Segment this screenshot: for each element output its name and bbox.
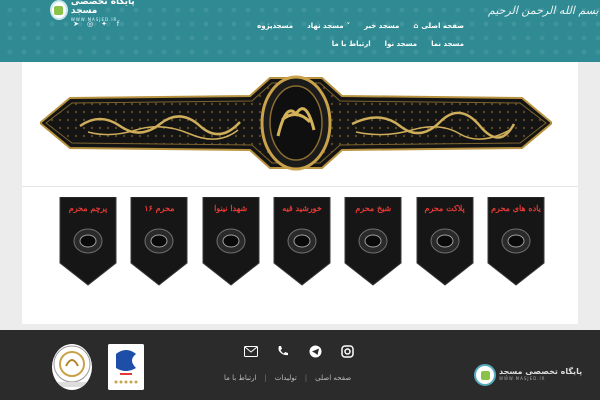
section-divider [22, 186, 578, 187]
nav-item-gallery[interactable]: مسجد نما [431, 40, 464, 48]
flag-title: پلاکت محرم [424, 203, 465, 213]
instagram-icon[interactable] [340, 344, 354, 358]
flag-title: خورشید قیه [282, 203, 322, 213]
footer-link-home[interactable]: صفحه اصلی [315, 374, 351, 382]
enamad-trust-badge[interactable] [108, 344, 144, 390]
bismillah-calligraphy: بسم الله الرحمن الرحیم [488, 4, 599, 17]
nav-label: مسجد نوا [384, 40, 418, 48]
footer-separator: | [264, 374, 267, 382]
samandehi-seal[interactable] [52, 344, 92, 390]
nav-item-news[interactable]: مسجد خبر [364, 22, 399, 30]
telegram-icon[interactable] [308, 344, 322, 358]
twitter-icon[interactable]: ✦ [100, 20, 108, 28]
flag-gallery: یاده های محرم پلاکت محرم شیخ محرم خورشید… [58, 197, 546, 287]
instagram-icon[interactable]: ◎ [86, 20, 94, 28]
flag-title: پرچم محرم [68, 203, 108, 213]
flag-card[interactable]: خورشید قیه [272, 197, 332, 287]
logo-mark-icon [50, 0, 68, 20]
nav-label: مسجد نهاد [307, 22, 344, 30]
footer-links: صفحه اصلی | تولیدات | ارتباط با ما [224, 374, 351, 382]
flag-card[interactable]: شهدا نینوا [201, 197, 261, 287]
logo-mark-icon [474, 364, 496, 386]
nav-label: صفحه اصلی [421, 22, 464, 30]
site-header: پایگاه تخصصی مسجد WWW.MASJED.IR ➤ ◎ ✦ f … [0, 0, 600, 62]
flag-card[interactable]: پلاکت محرم [415, 197, 475, 287]
site-logo[interactable]: پایگاه تخصصی مسجد WWW.MASJED.IR [50, 0, 152, 22]
nav-label: مسجد نما [431, 40, 464, 48]
muharram-banner-image[interactable] [40, 68, 552, 178]
footer-separator: | [304, 374, 308, 382]
flag-card[interactable]: پرچم محرم [58, 197, 118, 287]
home-icon: ⌂ [413, 22, 419, 30]
email-icon[interactable] [244, 344, 258, 358]
facebook-icon[interactable]: f [114, 20, 122, 28]
flag-title: یاده های محرم [491, 203, 541, 213]
flag-title: محرم ۱۶ [144, 203, 175, 213]
flag-card[interactable]: محرم ۱۶ [129, 197, 189, 287]
footer-logo[interactable]: پایگاه تخصصی مسجد WWW.MASJED.IR [474, 364, 582, 386]
footer-link-products[interactable]: تولیدات [275, 374, 297, 382]
flag-card[interactable]: شیخ محرم [343, 197, 403, 287]
phone-icon[interactable] [276, 344, 290, 358]
flag-title: شهدا نینوا [214, 203, 248, 213]
footer-logo-url: WWW.MASJED.IR [499, 376, 546, 382]
nav-item-research[interactable]: مسجدپژوه [257, 22, 293, 30]
content-card: یاده های محرم پلاکت محرم شیخ محرم خورشید… [22, 62, 578, 324]
nav-item-institution[interactable]: مسجد نهاد ˅ [307, 22, 350, 30]
header-social-links: ➤ ◎ ✦ f [72, 20, 122, 28]
telegram-icon[interactable]: ➤ [72, 20, 80, 28]
nav-item-home[interactable]: ⌂ صفحه اصلی [413, 22, 464, 30]
flag-card[interactable]: یاده های محرم [486, 197, 546, 287]
chevron-down-icon: ˅ [346, 22, 351, 30]
nav-label: ارتباط با ما [331, 40, 371, 48]
nav-label: مسجد خبر [364, 22, 400, 30]
nav-item-audio[interactable]: مسجد نوا [385, 40, 417, 48]
footer-contact-icons [244, 344, 354, 358]
logo-title: پایگاه تخصصی مسجد [70, 0, 135, 16]
main-nav: ⌂ صفحه اصلی مسجد خبر مسجد نهاد ˅ مسجدپژو… [224, 22, 464, 48]
nav-item-contact[interactable]: ارتباط با ما [332, 40, 371, 48]
nav-label: مسجدپژوه [257, 22, 294, 30]
flag-title: شیخ محرم [355, 203, 392, 213]
footer-link-contact[interactable]: ارتباط با ما [224, 374, 256, 382]
